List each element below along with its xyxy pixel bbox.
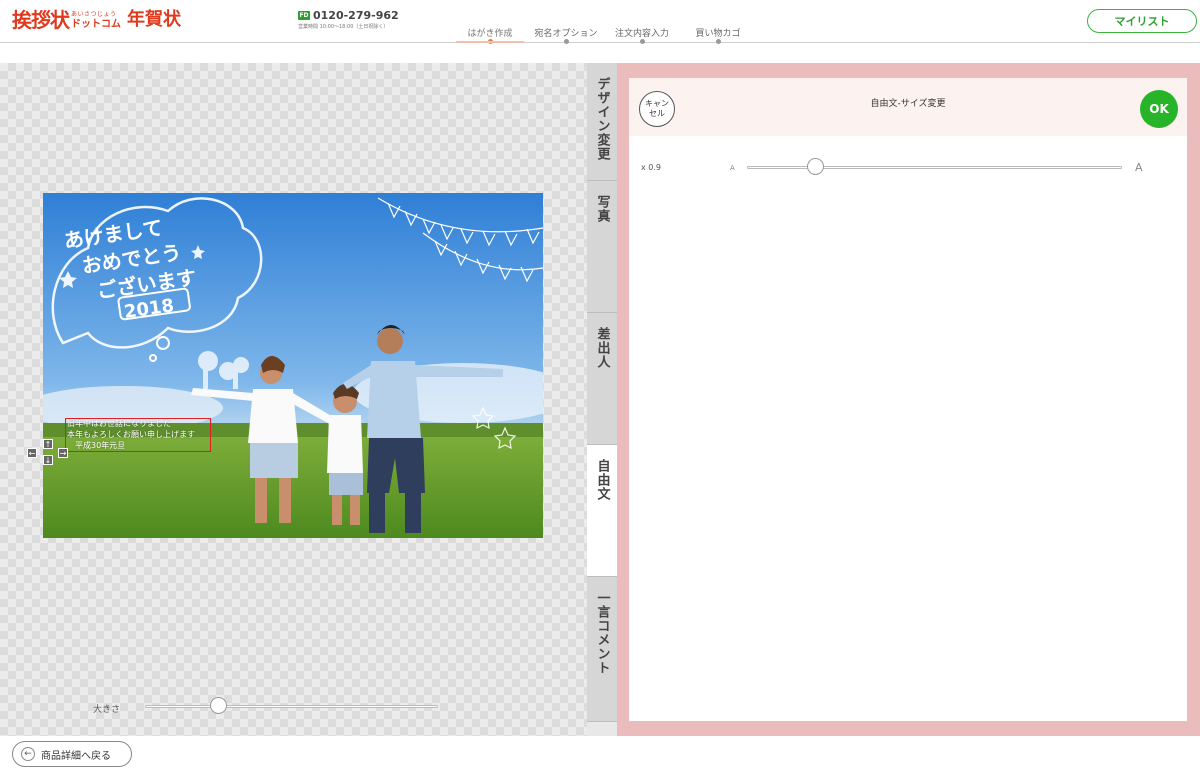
step-label: はがき作成	[467, 29, 513, 39]
panel-title: 自由文-サイズ変更	[870, 99, 946, 109]
step-dot	[564, 39, 569, 44]
logo-dotcom: ドットコム	[71, 19, 121, 30]
phone-number: 0120-279-962	[313, 9, 399, 22]
step-dot	[640, 39, 645, 44]
text-selection-box[interactable]	[65, 418, 211, 452]
mylist-button[interactable]: マイリスト	[1087, 9, 1197, 33]
phone-hours: 営業時間 10:00～18:00（土日祝除く）	[298, 24, 389, 30]
step-dot	[488, 39, 493, 44]
logo-sub: あいさつじょう ドットコム	[71, 11, 121, 31]
size-label: 大きさ	[93, 705, 121, 715]
logo-product: 年賀状	[127, 9, 181, 30]
step-cart[interactable]: 買い物カゴ	[680, 0, 756, 44]
tab-comment[interactable]: 一言コメント	[587, 577, 617, 722]
header: 挨拶状 あいさつじょう ドットコム 年賀状 FD 0120-279-962 営業…	[0, 0, 1200, 44]
progress-steps: はがき作成 宛名オプション 注文内容入力 買い物カゴ	[452, 0, 756, 44]
arrow-up-icon[interactable]: ↑	[43, 439, 53, 449]
step-order-input[interactable]: 注文内容入力	[604, 0, 680, 44]
step-address-option[interactable]: 宛名オプション	[528, 0, 604, 44]
back-button-label: 商品詳細へ戻る	[41, 750, 111, 762]
tab-free-text[interactable]: 自由文	[587, 445, 617, 577]
freedial-icon: FD	[298, 11, 310, 20]
panel-body: 自由文-サイズ変更 キャン セル OK x 0.9 A A	[629, 78, 1187, 721]
tab-design-change[interactable]: デザイン変更	[587, 63, 617, 181]
step-label: 買い物カゴ	[695, 29, 741, 39]
arrow-left-icon[interactable]: ←	[27, 448, 37, 458]
arrow-left-circle-icon: ←	[21, 747, 35, 761]
step-label: 宛名オプション	[534, 29, 598, 39]
logo-main-text: 挨拶状	[12, 8, 70, 32]
arrow-down-icon[interactable]: ↓	[43, 455, 53, 465]
step-label: 注文内容入力	[614, 29, 669, 39]
text-size-slider-thumb[interactable]	[806, 158, 824, 175]
big-a-label: A	[1135, 161, 1143, 174]
logo-ruby: あいさつじょう	[71, 11, 117, 18]
tab-photo[interactable]: 写真	[587, 181, 617, 313]
site-logo[interactable]: 挨拶状 あいさつじょう ドットコム 年賀状	[12, 9, 181, 31]
side-tabs: デザイン変更 写真 差出人 自由文 一言コメント	[587, 63, 617, 736]
cancel-button[interactable]: キャン セル	[639, 91, 675, 127]
small-a-label: A	[730, 164, 735, 172]
phone-info: FD 0120-279-962 営業時間 10:00～18:00（土日祝除く）	[298, 9, 399, 30]
scale-value: x 0.9	[641, 163, 661, 172]
postcard-preview[interactable]: あけまして おめでとう ございます 2018 旧年中はお世話になりました 本年も…	[43, 193, 543, 538]
arrow-right-icon[interactable]: →	[58, 448, 68, 458]
step-dot	[716, 39, 721, 44]
step-postcard[interactable]: はがき作成	[452, 0, 528, 44]
edit-panel: 自由文-サイズ変更 キャン セル OK x 0.9 A A	[617, 63, 1200, 736]
back-to-product-button[interactable]: ← 商品詳細へ戻る	[12, 741, 132, 767]
size-slider-track[interactable]	[145, 705, 438, 708]
card-photo: あけまして おめでとう ございます 2018	[43, 193, 543, 538]
tab-sender[interactable]: 差出人	[587, 313, 617, 445]
ok-button[interactable]: OK	[1140, 90, 1178, 128]
panel-header: 自由文-サイズ変更 キャン セル OK	[629, 78, 1187, 136]
text-size-slider-track[interactable]	[747, 166, 1122, 169]
